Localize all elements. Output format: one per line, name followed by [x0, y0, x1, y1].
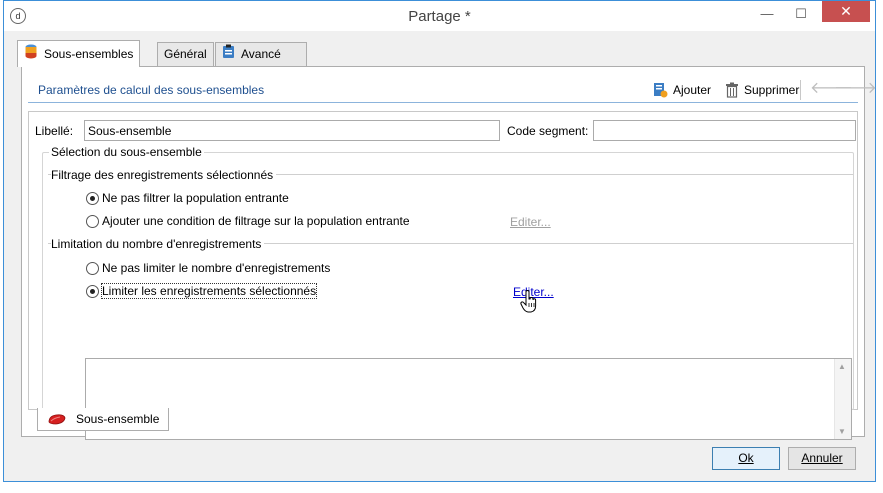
scroll-down-icon[interactable]: ▼: [838, 427, 846, 436]
radio-label: Ne pas limiter le nombre d'enregistremen…: [102, 261, 331, 275]
selection-group-title: Sélection du sous-ensemble: [49, 145, 204, 159]
section-title: Paramètres de calcul des sous-ensembles: [38, 83, 265, 97]
libelle-label: Libellé:: [35, 124, 74, 138]
ok-button[interactable]: Ok: [712, 447, 780, 470]
tab-general[interactable]: Général: [157, 42, 214, 66]
tab-sous-ensembles[interactable]: Sous-ensembles: [17, 40, 141, 68]
ok-label: Ok: [738, 451, 754, 465]
trash-icon: [726, 82, 738, 98]
radio-no-filter[interactable]: Ne pas filtrer la population entrante: [86, 191, 289, 205]
subset-icon: [48, 414, 66, 425]
add-button[interactable]: Ajouter: [652, 82, 711, 98]
limitation-textarea[interactable]: ▲ ▼: [85, 358, 852, 440]
tab-panel: Paramètres de calcul des sous-ensembles …: [21, 66, 877, 440]
radio-button[interactable]: [86, 214, 99, 228]
add-label: Ajouter: [673, 83, 712, 97]
next-arrow-icon[interactable]: 🡒: [834, 81, 877, 97]
dialog-window: d Partage * — ☐ ✕ Sous-ensembles Général: [3, 0, 877, 482]
tab-avance[interactable]: Avancé: [215, 42, 307, 66]
cancel-label: Annuler: [801, 451, 843, 465]
radio-button[interactable]: [86, 284, 99, 298]
hand-cursor-icon: [520, 290, 537, 313]
radio-label: Ne pas filtrer la population entrante: [102, 191, 289, 205]
database-icon: [24, 42, 38, 68]
radio-button[interactable]: [86, 191, 99, 205]
tab-label: Sous-ensembles: [44, 47, 134, 61]
tab-sous-ensemble[interactable]: Sous-ensemble: [37, 408, 169, 431]
vertical-scrollbar[interactable]: ▲ ▼: [834, 359, 851, 439]
libelle-input[interactable]: [84, 120, 500, 141]
code-segment-input[interactable]: [593, 120, 856, 141]
clipboard-icon: [222, 44, 235, 66]
radio-limit-selected[interactable]: Limiter les enregistrements sélectionnés: [86, 283, 318, 299]
tab-label: Avancé: [241, 47, 281, 61]
filter-edit-link[interactable]: Editer...: [510, 215, 551, 229]
radio-label: Limiter les enregistrements sélectionnés: [100, 283, 318, 299]
minimize-button[interactable]: —: [750, 1, 784, 27]
selection-group: Sélection du sous-ensemble Filtrage des …: [42, 145, 854, 440]
radio-add-filter[interactable]: Ajouter une condition de filtrage sur la…: [86, 214, 410, 228]
cancel-button[interactable]: Annuler: [788, 447, 856, 470]
section-header: Paramètres de calcul des sous-ensembles …: [28, 74, 877, 103]
title-bar[interactable]: d Partage * — ☐ ✕: [4, 1, 875, 31]
radio-no-limit[interactable]: Ne pas limiter le nombre d'enregistremen…: [86, 261, 330, 275]
code-segment-label: Code segment:: [507, 124, 589, 138]
window-title: Partage *: [408, 8, 471, 25]
bottom-tab-label: Sous-ensemble: [76, 411, 160, 426]
tab-label: Général: [164, 47, 207, 61]
radio-button[interactable]: [86, 261, 99, 275]
delete-button[interactable]: Supprimer: [725, 82, 799, 98]
delete-label: Supprimer: [744, 83, 800, 97]
filtering-title: Filtrage des enregistrements sélectionné…: [51, 168, 277, 182]
limitation-title: Limitation du nombre d'enregistrements: [51, 237, 265, 251]
subset-content: Libellé: Code segment: Sélection du sous…: [28, 111, 858, 440]
close-button[interactable]: ✕: [822, 1, 870, 22]
scroll-up-icon[interactable]: ▲: [838, 362, 846, 371]
maximize-button[interactable]: ☐: [784, 1, 818, 27]
add-icon: [654, 83, 668, 98]
radio-label: Ajouter une condition de filtrage sur la…: [102, 214, 410, 228]
toolbar-separator: [800, 80, 801, 100]
